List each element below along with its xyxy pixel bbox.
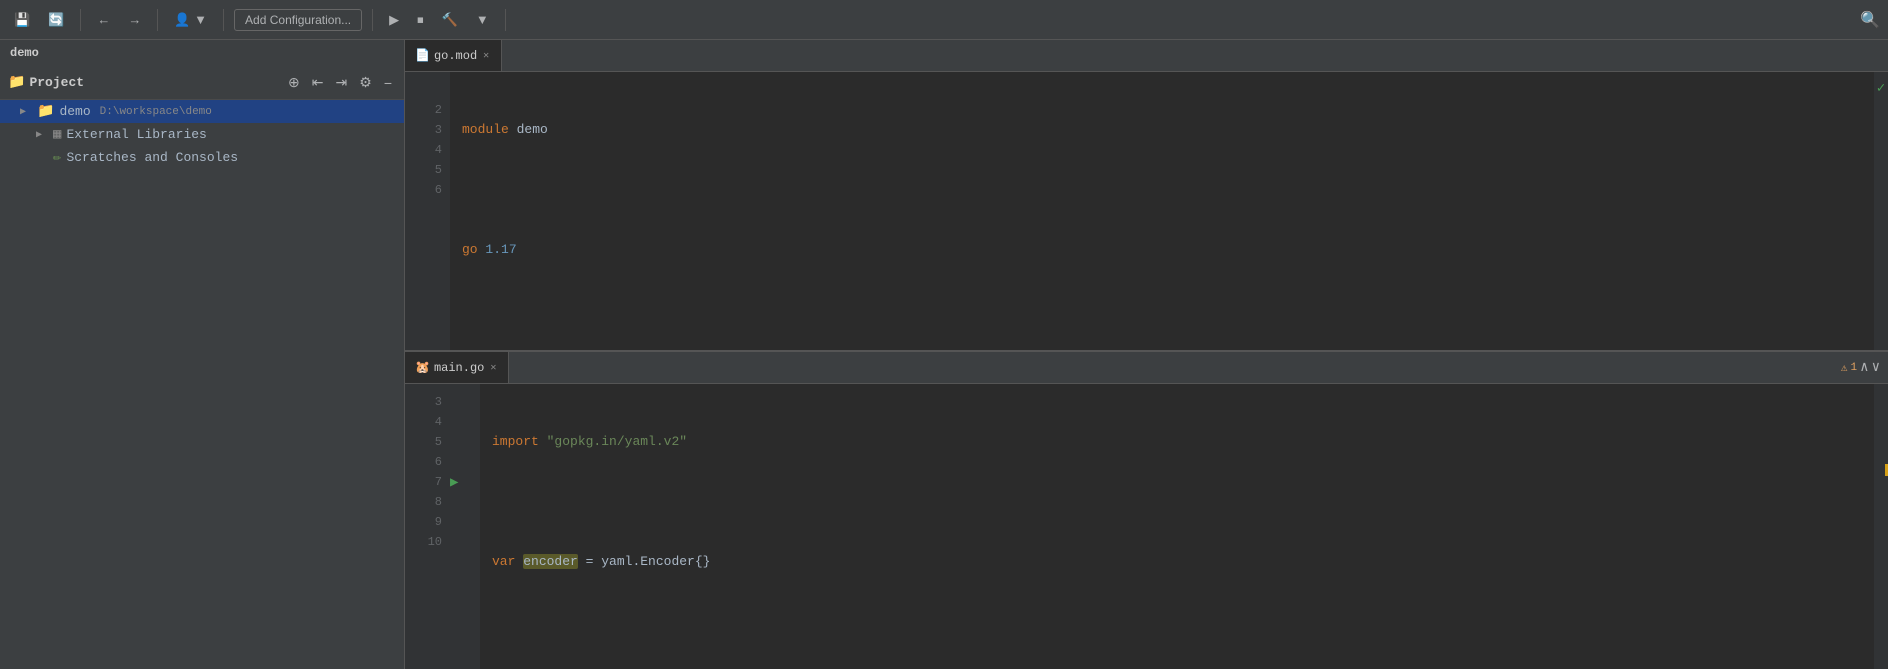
editor-split: 2 3 4 5 6 module demo go 1.17 require go… (405, 72, 1888, 669)
warning-badge[interactable]: ⚠ 1 ∧ ∨ (1841, 359, 1888, 376)
go-mod-tab-icon: 📄 (415, 48, 430, 63)
refresh-button[interactable]: 🔄 (42, 8, 70, 32)
ext-libs-label: External Libraries (66, 127, 206, 142)
demo-label: demo (59, 104, 90, 119)
separator-5 (505, 9, 506, 31)
checkmark-icon: ✓ (1877, 80, 1885, 97)
separator-3 (223, 9, 224, 31)
line-num: 3 (405, 392, 442, 412)
line-num: 7 (405, 472, 442, 492)
code-line: module demo (462, 120, 1862, 140)
nav-down-icon[interactable]: ∨ (1872, 359, 1880, 376)
line-num: 6 (405, 180, 442, 200)
top-tabs-bar: 📄 go.mod ✕ (405, 40, 1888, 72)
project-folder-icon: 📁 (8, 74, 25, 91)
tree-item-demo[interactable]: ▶ 📁 demo D:\workspace\demo (0, 100, 404, 123)
line-numbers-bottom: 3 4 5 6 7 8 9 10 (405, 384, 450, 669)
gutter-empty (450, 452, 480, 472)
line-num: 5 (405, 160, 442, 180)
right-gutter-top: ✓ (1874, 72, 1888, 350)
settings-icon-button[interactable]: ⚙ (355, 72, 376, 93)
code-line (462, 180, 1862, 200)
toolbar: 💾 🔄 ← → 👤 ▼ Add Configuration... ▶ ⏹ 🔨 ▼… (0, 0, 1888, 40)
line-num: 6 (405, 452, 442, 472)
separator-4 (372, 9, 373, 31)
ext-libs-icon: ▦ (53, 126, 61, 143)
demo-path: D:\workspace\demo (100, 106, 212, 118)
code-line (492, 612, 1862, 632)
line-numbers-top: 2 3 4 5 6 (405, 72, 450, 350)
right-gutter-bottom (1874, 384, 1888, 669)
code-line: go 1.17 (462, 240, 1862, 260)
gutter-empty (450, 412, 480, 432)
line-num (405, 80, 442, 100)
main-go-tab-close[interactable]: ✕ (488, 361, 498, 375)
demo-folder-icon: 📁 (37, 103, 54, 120)
nav-up-icon[interactable]: ∧ (1860, 359, 1868, 376)
editor-pane-bottom: 🐹 main.go ✕ ⚠ 1 ∧ ∨ 3 4 5 (405, 352, 1888, 669)
line-num: 5 (405, 432, 442, 452)
sidebar-title: Project (29, 75, 280, 90)
main-layout: demo 📁 Project ⊕ ⇤ ⇥ ⚙ − ▶ 📁 demo D:\wor… (0, 40, 1888, 669)
tree-item-scratches[interactable]: ▶ ✏ Scratches and Consoles (0, 146, 404, 169)
code-line (492, 492, 1862, 512)
scratches-icon: ✏ (53, 149, 61, 166)
main-go-tab-label: main.go (434, 361, 484, 375)
run-gutter-line: ▶ (450, 472, 480, 492)
code-content-top[interactable]: module demo go 1.17 require gopkg.in/yam… (450, 72, 1874, 350)
save-button[interactable]: 💾 (8, 8, 36, 32)
tab-main-go[interactable]: 🐹 main.go ✕ (405, 352, 509, 383)
line-num: 4 (405, 140, 442, 160)
stop-button[interactable]: ⏹ (411, 8, 430, 32)
expand-arrow-ext: ▶ (36, 129, 48, 141)
code-area-top[interactable]: 2 3 4 5 6 module demo go 1.17 require go… (405, 72, 1888, 350)
collapse-all-button[interactable]: ⇤ (308, 72, 328, 93)
code-line: import "gopkg.in/yaml.v2" (492, 432, 1862, 452)
line-num: 3 (405, 120, 442, 140)
close-sidebar-button[interactable]: − (380, 73, 396, 93)
line-num: 10 (405, 532, 442, 552)
sidebar: demo 📁 Project ⊕ ⇤ ⇥ ⚙ − ▶ 📁 demo D:\wor… (0, 40, 405, 669)
window-title: demo (0, 40, 404, 66)
gutter-run-area: ▶ (450, 384, 480, 669)
user-button[interactable]: 👤 ▼ (168, 8, 213, 32)
tree-item-external-libraries[interactable]: ▶ ▦ External Libraries (0, 123, 404, 146)
add-icon-button[interactable]: ⊕ (284, 72, 304, 93)
scratches-label: Scratches and Consoles (66, 150, 238, 165)
search-icon[interactable]: 🔍 (1860, 10, 1880, 30)
gutter-empty (450, 432, 480, 452)
main-go-tab-icon: 🐹 (415, 360, 430, 375)
go-mod-tab-label: go.mod (434, 49, 477, 63)
go-mod-tab-close[interactable]: ✕ (481, 49, 491, 63)
expand-arrow-demo: ▶ (20, 106, 32, 118)
build-button[interactable]: 🔨 (436, 8, 464, 32)
sidebar-title-bar: 📁 Project ⊕ ⇤ ⇥ ⚙ − (0, 66, 404, 100)
tab-go-mod[interactable]: 📄 go.mod ✕ (405, 40, 502, 71)
warning-count: 1 (1851, 362, 1858, 374)
run-gutter-icon[interactable]: ▶ (450, 474, 458, 491)
line-num: 8 (405, 492, 442, 512)
editor-area: 📄 go.mod ✕ 2 3 4 5 6 (405, 40, 1888, 669)
code-line: var encoder = yaml.Encoder{} (492, 552, 1862, 572)
bottom-tabs-bar: 🐹 main.go ✕ ⚠ 1 ∧ ∨ (405, 352, 1888, 384)
code-area-bottom[interactable]: 3 4 5 6 7 8 9 10 (405, 384, 1888, 669)
more-run-button[interactable]: ▼ (470, 8, 495, 31)
run-button[interactable]: ▶ (383, 8, 405, 32)
line-num: 4 (405, 412, 442, 432)
expand-button[interactable]: ⇥ (332, 72, 352, 93)
line-num: 9 (405, 512, 442, 532)
gutter-empty (450, 392, 480, 412)
separator-2 (157, 9, 158, 31)
warning-icon: ⚠ (1841, 361, 1848, 375)
forward-button[interactable]: → (122, 8, 147, 31)
line-num: 2 (405, 100, 442, 120)
back-button[interactable]: ← (91, 8, 116, 31)
editor-pane-top: 2 3 4 5 6 module demo go 1.17 require go… (405, 72, 1888, 352)
code-line (462, 300, 1862, 320)
add-config-button[interactable]: Add Configuration... (234, 9, 362, 31)
code-content-bottom[interactable]: import "gopkg.in/yaml.v2" var encoder = … (480, 384, 1874, 669)
separator-1 (80, 9, 81, 31)
